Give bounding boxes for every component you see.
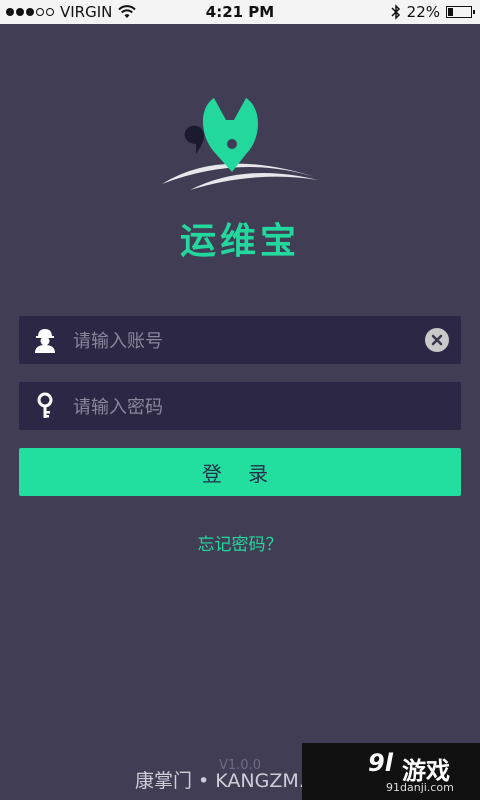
account-input[interactable] [71,316,415,366]
login-button[interactable]: 登 录 [19,448,461,496]
watermark-91-mark: 9l [368,749,393,777]
battery-fill [448,8,453,16]
watermark-91danji: 9l 游戏 91danji.com [302,743,480,800]
password-field[interactable] [19,382,461,432]
app-title: 运维宝 [179,221,300,262]
watermark-91-url: 91danji.com [386,781,454,794]
status-bar-right: 22% [391,3,475,21]
battery-percent: 22% [406,3,440,21]
worker-avatar-icon [31,326,59,354]
battery-icon [446,6,475,18]
app-logo [150,92,330,192]
bluetooth-icon [391,4,400,20]
password-input[interactable] [71,382,415,432]
forgot-password-link[interactable]: 忘记密码？ [0,530,480,555]
clear-x-icon[interactable] [425,328,449,352]
key-icon [31,392,59,420]
account-field[interactable] [19,316,461,366]
status-bar: VIRGIN 4:21 PM 22% [0,0,480,24]
